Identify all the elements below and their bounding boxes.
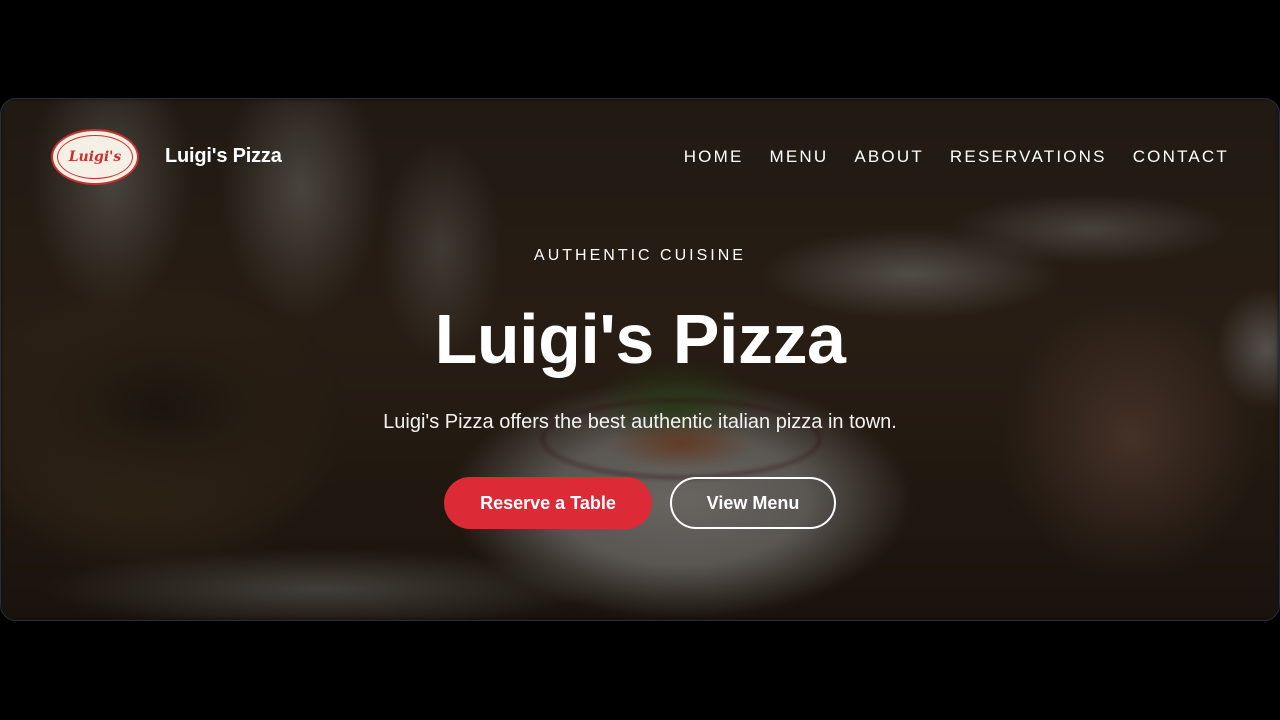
nav-link-contact[interactable]: CONTACT bbox=[1133, 147, 1229, 167]
nav-link-reservations[interactable]: RESERVATIONS bbox=[950, 147, 1107, 167]
brand-name[interactable]: Luigi's Pizza bbox=[165, 145, 282, 168]
nav-link-menu[interactable]: MENU bbox=[770, 147, 829, 167]
hero-subtitle: Luigi's Pizza offers the best authentic … bbox=[383, 411, 897, 433]
nav-links: HOME MENU ABOUT RESERVATIONS CONTACT bbox=[684, 147, 1229, 167]
hero-title: Luigi's Pizza bbox=[434, 300, 846, 378]
view-menu-button[interactable]: View Menu bbox=[670, 477, 836, 529]
logo[interactable]: Luigi's bbox=[51, 128, 139, 185]
hero-eyebrow: AUTHENTIC CUISINE bbox=[534, 247, 746, 264]
hero-section: Luigi's Luigi's Pizza HOME MENU ABOUT RE… bbox=[0, 98, 1280, 621]
hero-buttons: Reserve a Table View Menu bbox=[1, 477, 1279, 529]
reserve-table-button[interactable]: Reserve a Table bbox=[444, 477, 652, 529]
nav-link-about[interactable]: ABOUT bbox=[854, 147, 924, 167]
logo-text: Luigi's bbox=[68, 148, 122, 165]
navbar: Luigi's Luigi's Pizza HOME MENU ABOUT RE… bbox=[1, 99, 1279, 214]
logo-emblem: Luigi's bbox=[57, 134, 133, 179]
nav-link-home[interactable]: HOME bbox=[684, 147, 744, 167]
